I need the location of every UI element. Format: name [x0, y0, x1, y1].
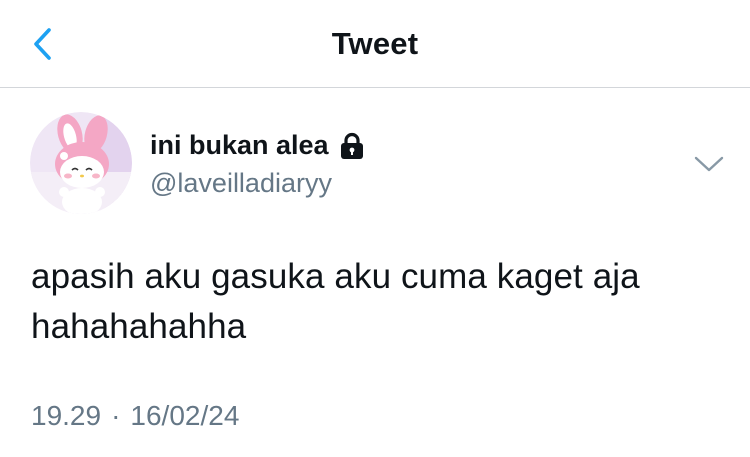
tweet-text: apasih aku gasuka aku cuma kaget aja hah…	[31, 252, 731, 352]
tweet-detail-screen: Tweet ini bukan alea @laveilladiaryy apa…	[0, 0, 750, 457]
lock-icon	[340, 132, 363, 159]
username-handle[interactable]: @laveilladiaryy	[150, 168, 332, 199]
page-title: Tweet	[331, 26, 419, 61]
tweet-date: 16/02/24	[130, 400, 240, 431]
tweet-text-line: hahahahahha	[31, 307, 247, 346]
timestamp-separator: ·	[111, 400, 121, 431]
chevron-down-icon[interactable]	[692, 152, 726, 176]
author-name-row[interactable]: ini bukan alea	[150, 130, 365, 161]
tweet-text-line: apasih aku gasuka aku cuma kaget aja	[31, 257, 640, 296]
avatar[interactable]	[30, 112, 132, 214]
top-navigation-bar: Tweet	[0, 0, 750, 88]
tweet-time: 19.29	[31, 400, 102, 431]
tweet-timestamp: 19.29 · 16/02/24	[31, 400, 239, 432]
avatar-image	[30, 112, 132, 214]
display-name[interactable]: ini bukan alea	[150, 130, 329, 161]
